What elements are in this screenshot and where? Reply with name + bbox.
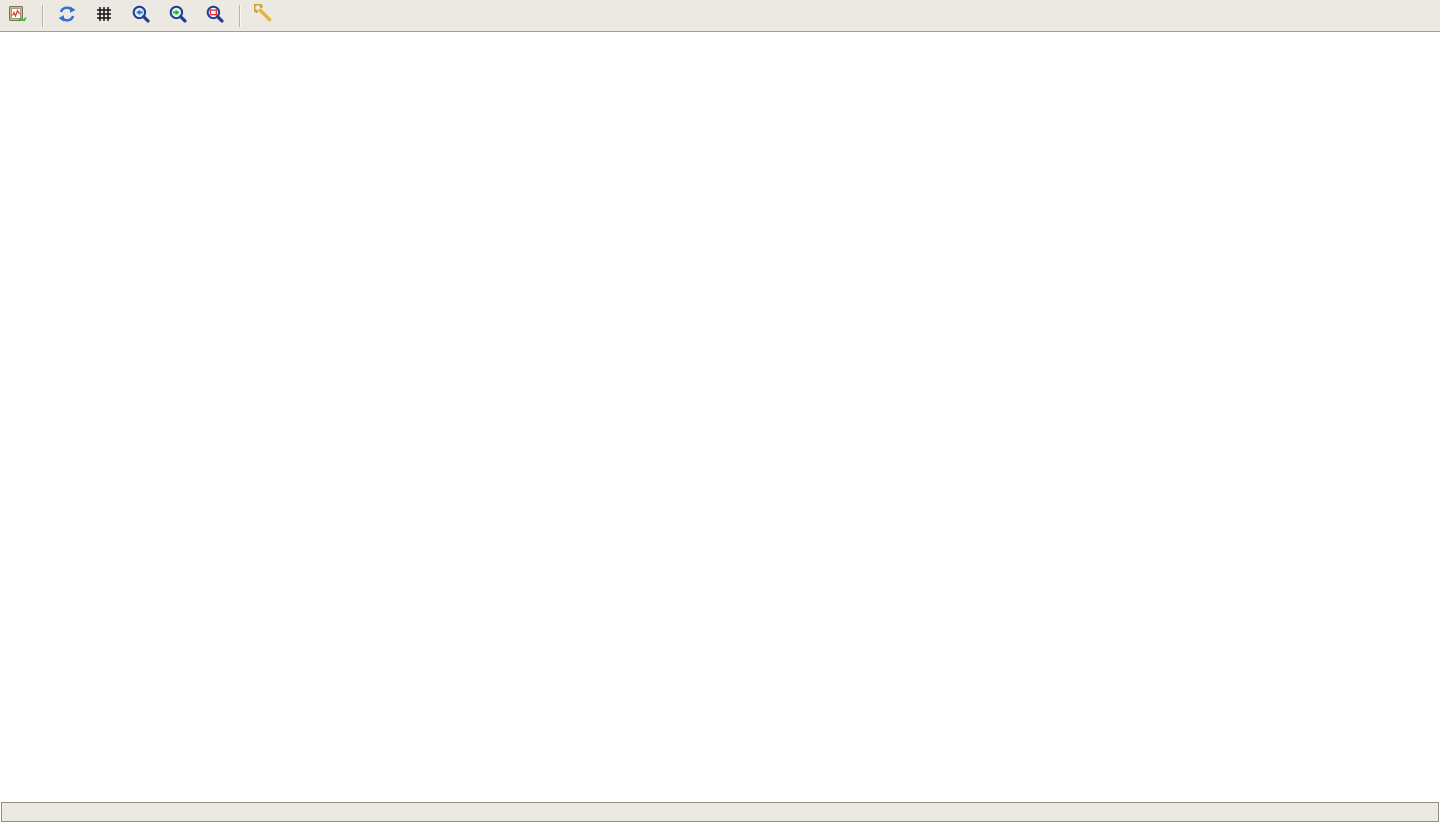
zoom-autoscale-button[interactable] (202, 3, 228, 29)
wrench-icon (254, 4, 274, 28)
configure-button[interactable] (251, 3, 277, 29)
status-bar (1, 802, 1439, 822)
grid-icon (94, 4, 114, 28)
grid-button[interactable] (91, 3, 117, 29)
magnifier-back-icon (131, 4, 151, 28)
copy-plot-button[interactable] (5, 3, 31, 29)
magnifier-region-icon (205, 4, 225, 28)
toolbar-separator (239, 5, 241, 27)
zoom-previous-button[interactable] (128, 3, 154, 29)
zoom-next-button[interactable] (165, 3, 191, 29)
plot-canvas[interactable] (0, 0, 1440, 825)
refresh-icon (57, 4, 77, 28)
toolbar (0, 0, 1440, 32)
help-button[interactable] (288, 3, 314, 29)
replot-button[interactable] (54, 3, 80, 29)
magnifier-forward-icon (168, 4, 188, 28)
toolbar-separator (42, 5, 44, 27)
clipboard-plot-icon (8, 4, 28, 28)
gnuplot-window (0, 0, 1440, 825)
